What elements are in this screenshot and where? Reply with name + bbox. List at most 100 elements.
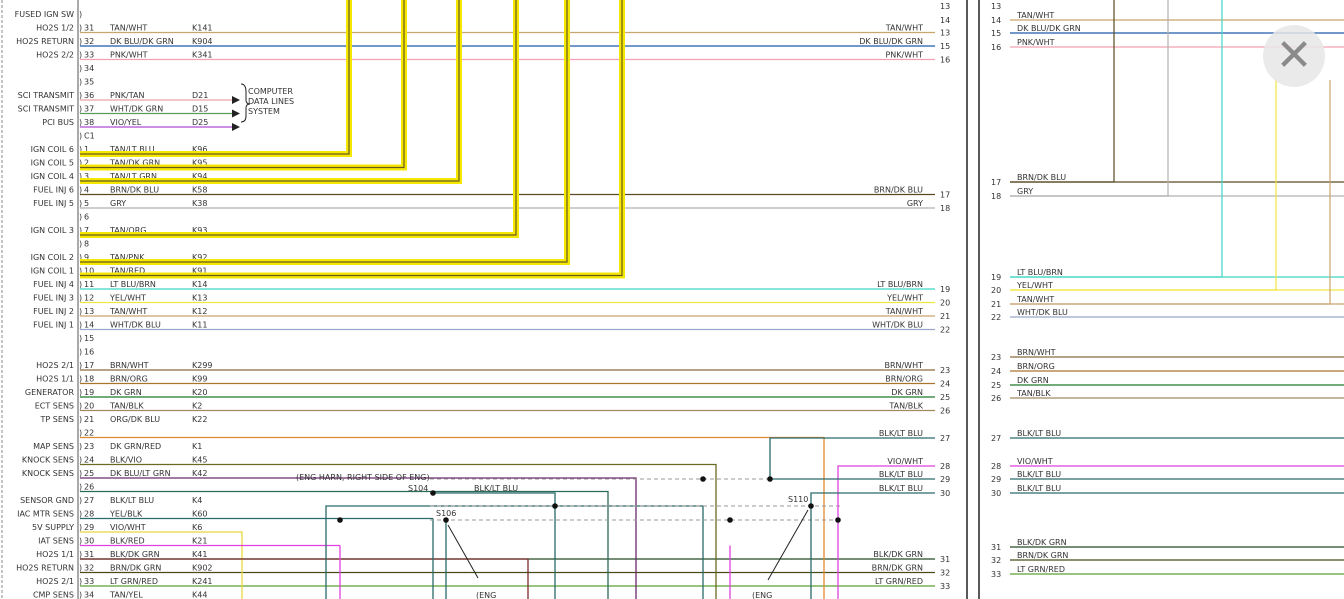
wire-color-label: YEL/BLK [109, 510, 143, 519]
pin-number: 19 [84, 388, 94, 397]
bracket-label: SYSTEM [248, 107, 280, 116]
circuit-label: SCI TRANSMIT [18, 105, 74, 114]
right-wire-label: TAN/WHT [885, 307, 923, 316]
circuit-label: HO2S 1/1 [36, 375, 74, 384]
circuit-label: IAT SENS [38, 537, 74, 546]
wire-code: K2 [192, 402, 202, 411]
pin-number: 36 [84, 91, 94, 100]
wire-code: K21 [192, 537, 207, 546]
right-pin-number: 18 [940, 204, 950, 213]
pin-bracket: ) [79, 469, 82, 478]
pin-number: 31 [84, 24, 94, 33]
wire-color-label: BLK/RED [110, 537, 145, 546]
wire-color-label: BLK/VIO [110, 456, 142, 465]
far-right-pin: 17 [991, 178, 1001, 187]
right-pin-number: 32 [940, 569, 950, 578]
pin-number: 25 [84, 469, 94, 478]
far-right-label: BRN/WHT [1017, 348, 1056, 357]
pin-number: C1 [84, 132, 95, 141]
pin-bracket: ) [79, 307, 82, 316]
pin-number: 35 [84, 78, 94, 87]
circuit-label: FUEL INJ 5 [33, 199, 74, 208]
wire-color-label: DK BLU/DK GRN [110, 37, 174, 46]
wire-code: D15 [192, 105, 208, 114]
far-right-pin: 33 [991, 570, 1001, 579]
splice-label: S104 [408, 484, 428, 493]
right-wire-label: PNK/WHT [885, 51, 923, 60]
circuit-label: IAC MTR SENS [17, 510, 74, 519]
pin-number: 21 [84, 415, 94, 424]
pin-bracket: ) [79, 91, 82, 100]
circuit-label: FUEL INJ 2 [33, 307, 74, 316]
pin-number: 17 [84, 361, 94, 370]
right-pin-number: 28 [940, 462, 950, 471]
pin-bracket: ) [79, 510, 82, 519]
right-wire-label: BRN/ORG [885, 375, 923, 384]
splice-dot [430, 490, 436, 496]
wire-code: K41 [192, 550, 207, 559]
pin-number: 30 [84, 537, 94, 546]
wire-color-label: BLK/DK GRN [110, 550, 160, 559]
pin-number: 32 [84, 37, 94, 46]
pin-number: 16 [84, 348, 94, 357]
far-right-label: BLK/LT BLU [1017, 484, 1061, 493]
pin-number: 11 [84, 280, 94, 289]
right-pin-number: 29 [940, 475, 950, 484]
far-right-label: GRY [1017, 187, 1033, 196]
right-wire-label: WHT/DK BLU [872, 321, 923, 330]
pin-number: 20 [84, 402, 94, 411]
circuit-label: FUEL INJ 1 [33, 321, 74, 330]
right-pin-number: 27 [940, 434, 950, 443]
far-right-pin: 23 [991, 353, 1001, 362]
circuit-label: HO2S 2/2 [36, 51, 74, 60]
far-right-pin: 19 [991, 273, 1001, 282]
pin-number: 37 [84, 105, 94, 114]
pin-number: 4 [84, 186, 89, 195]
right-wire-label: LT GRN/RED [875, 577, 923, 586]
far-right-pin: 18 [991, 192, 1001, 201]
far-right-pin: 25 [991, 381, 1001, 390]
far-right-label: TAN/WHT [1016, 295, 1054, 304]
circuit-label: 5V SUPPLY [32, 523, 74, 532]
far-right-pin: 31 [991, 543, 1001, 552]
far-right-pin: 29 [991, 475, 1001, 484]
pin-bracket: ) [79, 523, 82, 532]
pin-number: 26 [84, 483, 94, 492]
far-right-label: DK BLU/DK GRN [1017, 24, 1081, 33]
close-button[interactable]: ✕ [1263, 25, 1325, 87]
pin-bracket: ) [79, 577, 82, 586]
pin-number: 15 [84, 334, 94, 343]
right-wire-label: VIO/WHT [887, 457, 923, 466]
pin-number: 13 [84, 307, 94, 316]
pin-bracket: ) [79, 10, 82, 19]
circuit-label: KNOCK SENS [22, 456, 74, 465]
far-right-label: DK GRN [1017, 376, 1049, 385]
harness-note: (ENG HARN, RIGHT SIDE OF ENG) [296, 473, 430, 482]
right-pin-number: 21 [940, 312, 950, 321]
far-right-label: TAN/BLK [1016, 389, 1051, 398]
circuit-label: IGN COIL 2 [31, 253, 74, 262]
far-right-wire [1010, 80, 1277, 291]
pin-bracket: ) [79, 348, 82, 357]
wire-code: K902 [192, 564, 213, 573]
pin-bracket: ) [79, 402, 82, 411]
far-right-pin: 32 [991, 556, 1001, 565]
pin-bracket: ) [79, 213, 82, 222]
right-wire-label: DK BLU/DK GRN [859, 37, 923, 46]
right-pin-number: 30 [940, 489, 950, 498]
wire-code: K1 [192, 442, 202, 451]
circuit-label: FUSED IGN SW [15, 10, 74, 19]
right-pin-number: 13 [940, 29, 950, 38]
circuit-label: HO2S RETURN [16, 37, 74, 46]
wiring-diagram: FUSED IGN SW) HO2S 1/2 31) TAN/WHT K141 TAN/W… [1, 0, 1344, 599]
far-right-pin: 28 [991, 462, 1001, 471]
wire-color-label: LT BLU/BRN [110, 280, 156, 289]
circuit-label: KNOCK SENS [22, 469, 74, 478]
pin-bracket: ) [79, 415, 82, 424]
right-wire-label: TAN/WHT [885, 24, 923, 33]
splice-label: S106 [436, 509, 456, 518]
pin-number: 28 [84, 510, 94, 519]
ign-coil-wire-highlight [80, 0, 519, 238]
pin-bracket: ) [79, 361, 82, 370]
wire-code: K4 [192, 496, 202, 505]
